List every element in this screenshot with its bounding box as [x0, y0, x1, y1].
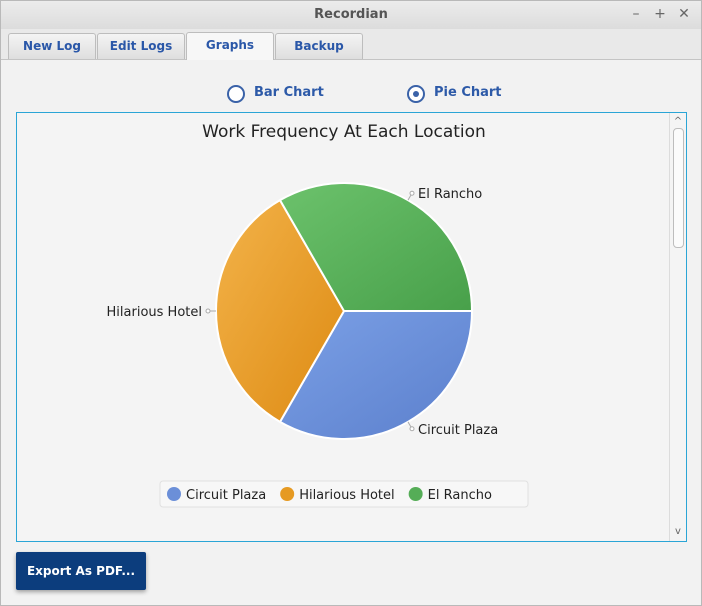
label-leader-dot — [409, 426, 415, 432]
pie-label-el-rancho: El Rancho — [418, 187, 482, 202]
chart-title: Work Frequency At Each Location — [202, 122, 486, 142]
window-title: Recordian — [314, 7, 388, 22]
radio-circle — [407, 85, 425, 103]
radio-circle — [227, 85, 245, 103]
vertical-scrollbar[interactable]: ^ v — [669, 113, 686, 541]
minimize-button[interactable]: – — [628, 6, 644, 22]
label-leader-dot — [205, 308, 211, 314]
chart-type-selector: Bar Chart Pie Chart — [1, 83, 701, 103]
radio-selected-dot — [413, 91, 419, 97]
bar-chart-radio[interactable]: Bar Chart — [227, 83, 337, 103]
chart-panel[interactable]: Work Frequency At Each Location Circuit … — [16, 112, 687, 542]
pie-chart-label: Pie Chart — [434, 85, 502, 100]
tab-backup[interactable]: Backup — [275, 33, 363, 59]
scrollbar-thumb[interactable] — [673, 128, 684, 248]
legend-swatch-circuit-plaza — [167, 487, 181, 501]
legend-label-circuit-plaza: Circuit Plaza — [186, 488, 266, 503]
legend-label-el-rancho: El Rancho — [428, 488, 492, 503]
tab-edit-logs[interactable]: Edit Logs — [97, 33, 185, 59]
label-leader-dot — [409, 190, 415, 196]
close-button[interactable]: ✕ — [676, 6, 692, 22]
scroll-down-icon[interactable]: v — [670, 525, 686, 539]
pie-chart: Work Frequency At Each Location Circuit … — [107, 122, 529, 508]
maximize-button[interactable]: + — [652, 6, 668, 22]
scroll-up-icon[interactable]: ^ — [670, 115, 686, 129]
chart-legend: Circuit Plaza Hilarious Hotel El Rancho — [159, 480, 529, 508]
app-window: Recordian – + ✕ New Log Edit Logs Graphs… — [0, 0, 702, 606]
export-pdf-button[interactable]: Export As PDF... — [16, 552, 146, 590]
bar-chart-label: Bar Chart — [254, 85, 324, 100]
legend-label-hilarious-hotel: Hilarious Hotel — [299, 488, 394, 503]
title-bar[interactable]: Recordian – + ✕ — [1, 1, 701, 30]
legend-swatch-hilarious-hotel — [280, 487, 295, 501]
pie-label-circuit-plaza: Circuit Plaza — [418, 423, 498, 438]
pie-label-hilarious-hotel: Hilarious Hotel — [107, 305, 202, 320]
legend-swatch-el-rancho — [408, 487, 423, 501]
tab-graphs[interactable]: Graphs — [186, 32, 274, 60]
tab-new-log[interactable]: New Log — [8, 33, 96, 59]
tab-bar: New Log Edit Logs Graphs Backup — [1, 29, 701, 60]
pie-chart-radio[interactable]: Pie Chart — [407, 83, 517, 103]
